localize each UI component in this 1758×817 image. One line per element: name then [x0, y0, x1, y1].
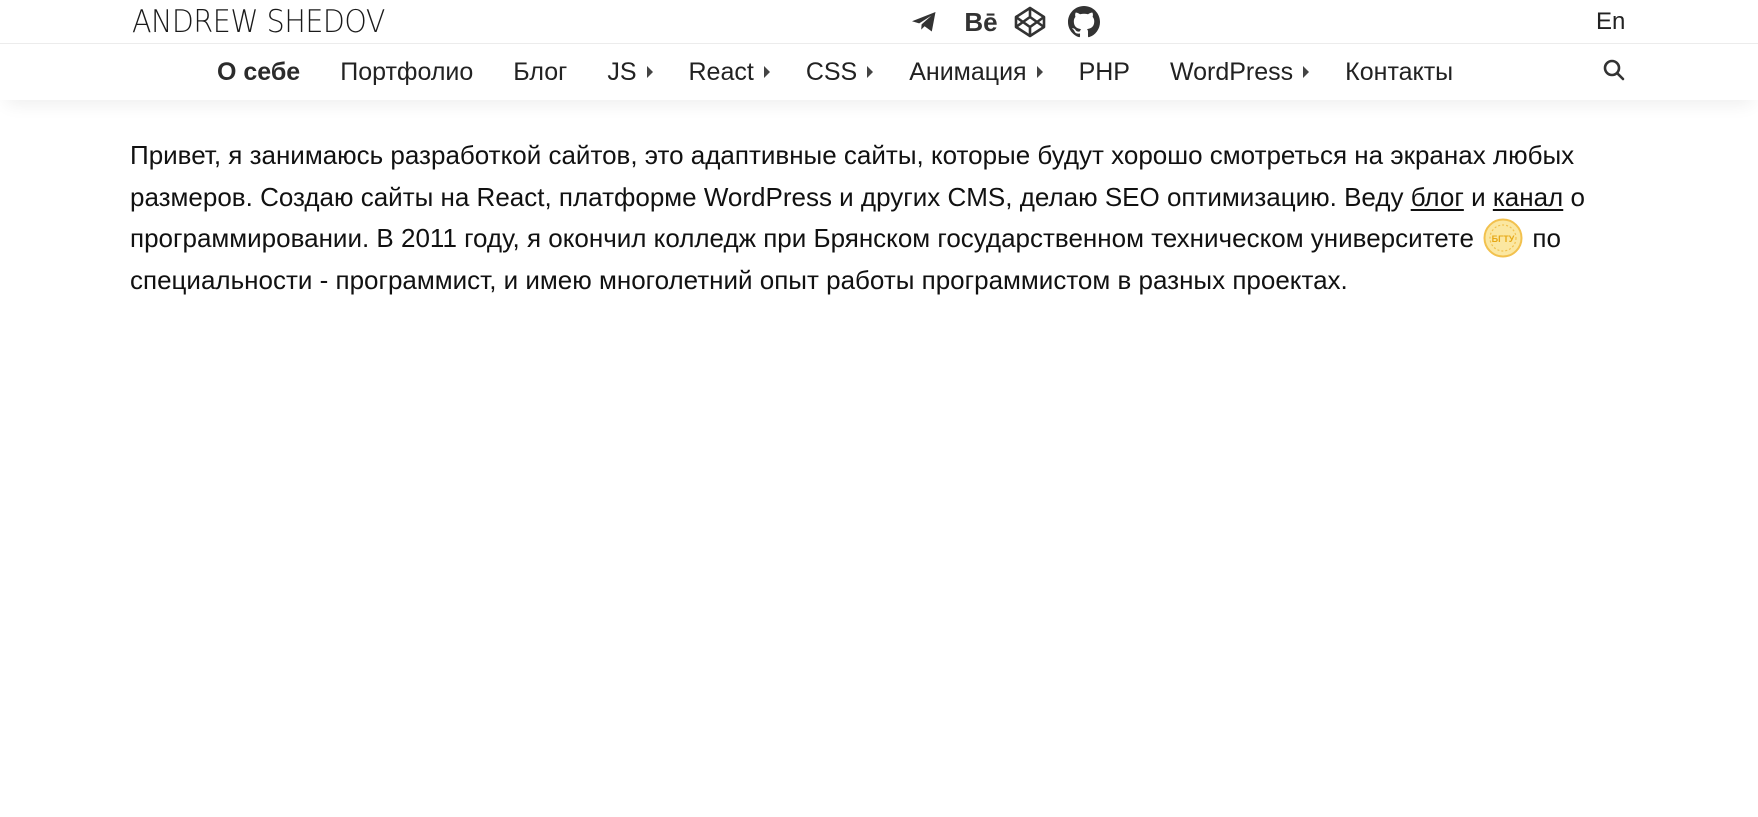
caret-right-icon: [1303, 66, 1310, 78]
nav-item-react[interactable]: React: [689, 58, 770, 87]
nav-item-blog[interactable]: Блог: [513, 58, 567, 87]
blog-link[interactable]: блог: [1411, 182, 1464, 212]
about-text-1: Привет, я занимаюсь разработкой сайтов, …: [130, 140, 1575, 212]
about-paragraph: Привет, я занимаюсь разработкой сайтов, …: [130, 135, 1610, 302]
university-logo-icon: БГТУ: [1483, 218, 1523, 258]
caret-right-icon: [763, 66, 770, 78]
caret-right-icon: [1036, 66, 1043, 78]
nav-item-contacts[interactable]: Контакты: [1345, 58, 1453, 87]
telegram-link[interactable]: [908, 4, 940, 40]
caret-right-icon: [646, 66, 653, 78]
nav-item-animation[interactable]: Анимация: [909, 57, 1043, 87]
nav-item-label: Портфолио: [340, 57, 474, 86]
nav-item-label: Контакты: [1345, 57, 1454, 86]
nav-item-label: JS: [607, 57, 637, 86]
language-switch[interactable]: En: [1596, 6, 1625, 38]
about-text-2: и: [1463, 181, 1493, 212]
university-logo-text: БГТУ: [1492, 234, 1515, 244]
search-icon: [1603, 59, 1625, 86]
nav-item-wordpress[interactable]: WordPress: [1169, 57, 1310, 87]
nav-item-portfolio[interactable]: Портфолио: [340, 58, 473, 87]
behance-icon: Bē: [964, 6, 998, 37]
channel-link[interactable]: канал: [1493, 182, 1563, 212]
about-section: Привет, я занимаюсь разработкой сайтов, …: [130, 135, 1610, 302]
nav-item-label: PHP: [1078, 57, 1130, 86]
nav-menu: О себе Портфолио Блог JS React CSS Анима…: [217, 44, 1453, 100]
nav-item-label: React: [688, 57, 754, 86]
main-navigation: О себе Портфолио Блог JS React CSS Анима…: [0, 44, 1758, 100]
nav-item-about[interactable]: О себе: [217, 58, 300, 87]
nav-item-label: Анимация: [909, 57, 1027, 86]
codepen-link[interactable]: [1012, 4, 1048, 40]
nav-item-label: WordPress: [1169, 57, 1294, 86]
nav-item-label: О себе: [217, 57, 301, 86]
caret-right-icon: [867, 66, 874, 78]
social-links: Bē: [908, 4, 1102, 40]
nav-item-js[interactable]: JS: [607, 57, 653, 87]
nav-item-php[interactable]: PHP: [1079, 58, 1130, 87]
top-bar: ANDREW SHEDOV Bē En: [0, 0, 1758, 44]
telegram-icon: [911, 11, 937, 33]
nav-item-css[interactable]: CSS: [805, 57, 874, 87]
search-button[interactable]: [1600, 58, 1628, 86]
nav-item-label: CSS: [805, 57, 858, 86]
github-link[interactable]: [1066, 4, 1102, 40]
github-icon: [1068, 6, 1100, 38]
behance-link[interactable]: Bē: [960, 4, 1002, 40]
codepen-icon: [1014, 6, 1046, 38]
site-logo[interactable]: ANDREW SHEDOV: [132, 4, 385, 40]
nav-item-label: Блог: [513, 57, 568, 86]
